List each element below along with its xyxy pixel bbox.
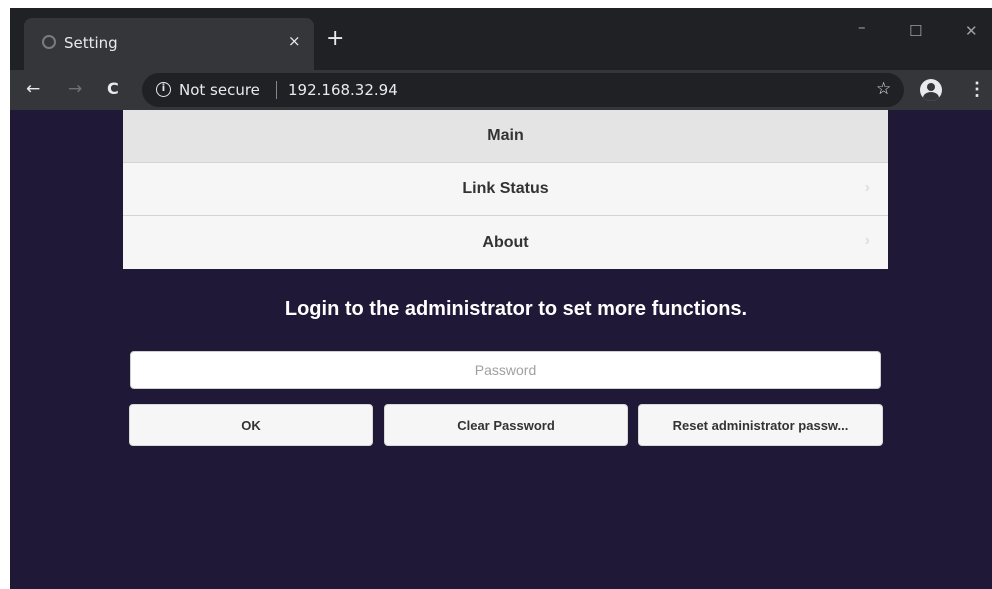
browser-tab[interactable]: Setting ×: [24, 18, 314, 70]
menu-item-about[interactable]: About ›: [123, 216, 888, 269]
menu-item-link-status[interactable]: Link Status ›: [123, 163, 888, 216]
reload-icon[interactable]: C: [107, 79, 119, 99]
menu-item-label: Link Status: [462, 180, 549, 197]
ok-button[interactable]: OK: [129, 404, 373, 446]
page-content: Main Link Status › About › Login to the …: [10, 110, 992, 589]
tab-title: Setting: [64, 34, 118, 52]
new-tab-plus-icon[interactable]: +: [326, 28, 344, 50]
forward-arrow-icon[interactable]: →: [68, 79, 82, 99]
tab-close-icon[interactable]: ×: [288, 32, 301, 50]
password-input[interactable]: [130, 351, 881, 389]
kebab-menu-icon[interactable]: ⋮: [968, 79, 986, 99]
address-bar[interactable]: i Not secure 192.168.32.94 ☆: [142, 73, 904, 107]
maximize-icon[interactable]: ☐: [909, 22, 922, 40]
menu-item-main[interactable]: Main: [123, 110, 888, 163]
chevron-right-icon: ›: [864, 179, 870, 196]
login-headline: Login to the administrator to set more f…: [284, 298, 748, 320]
window-close-icon[interactable]: ✕: [965, 22, 978, 40]
security-label[interactable]: Not secure: [179, 81, 260, 99]
globe-icon: [42, 35, 56, 49]
back-arrow-icon[interactable]: ←: [26, 79, 40, 99]
browser-window: Setting × + – ☐ ✕ ← → C i Not secure 192…: [10, 8, 992, 589]
browser-toolbar: ← → C i Not secure 192.168.32.94 ☆ ⋮: [10, 70, 992, 110]
reset-admin-password-button[interactable]: Reset administrator passw...: [638, 404, 883, 446]
omnibox-separator: [276, 81, 277, 99]
profile-icon[interactable]: [920, 79, 942, 101]
star-icon[interactable]: ☆: [876, 79, 891, 99]
tab-strip: Setting × + – ☐ ✕: [10, 8, 992, 70]
chevron-right-icon: ›: [864, 232, 870, 249]
clear-password-button[interactable]: Clear Password: [384, 404, 628, 446]
minimize-icon[interactable]: –: [858, 18, 866, 36]
menu-item-label: Main: [487, 127, 524, 144]
url-text[interactable]: 192.168.32.94: [288, 81, 398, 99]
nav-menu: Main Link Status › About ›: [123, 110, 888, 269]
menu-item-label: About: [482, 233, 529, 251]
info-icon[interactable]: i: [156, 82, 171, 97]
